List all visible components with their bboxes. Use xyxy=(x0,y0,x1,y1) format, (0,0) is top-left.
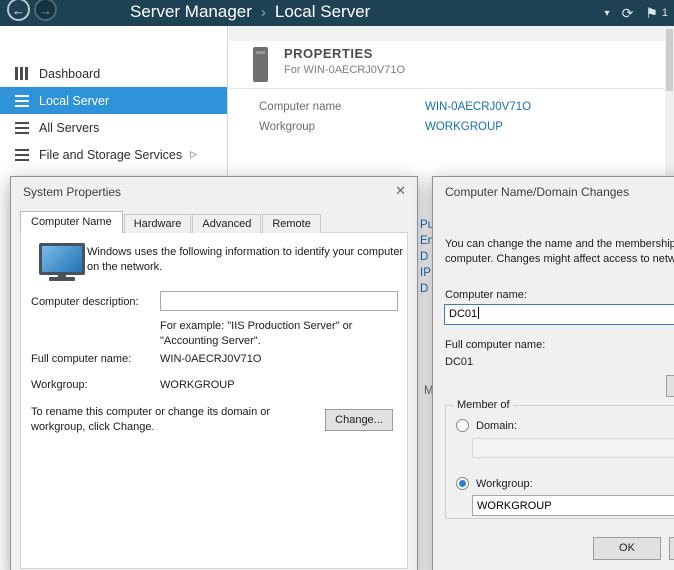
topbar: ← → Server Manager › Local Server ▾ ⟳ ⚑ 1 xyxy=(0,0,674,26)
clipped-value-link[interactable]: D xyxy=(420,283,428,295)
sidebar-item-label: Local Server xyxy=(39,94,109,108)
server-manager-window: ← → Server Manager›Local Server ▾ ⟳ ⚑ 1 … xyxy=(0,0,674,570)
intro-text-line2: computer. Changes might affect access to… xyxy=(445,252,674,267)
dashboard-icon xyxy=(15,67,29,80)
properties-heading: PROPERTIES xyxy=(284,46,373,61)
expand-arrow-icon[interactable]: ▷ xyxy=(190,149,197,160)
scrollbar-thumb[interactable] xyxy=(666,29,673,91)
workgroup-value: WORKGROUP xyxy=(160,378,235,393)
dialog-titlebar[interactable]: Computer Name/Domain Changes xyxy=(433,177,674,207)
tab-strip: Computer NameHardwareAdvancedRemote xyxy=(20,211,322,233)
tab-remote[interactable]: Remote xyxy=(262,214,321,233)
cancel-button[interactable] xyxy=(669,537,674,560)
properties-tile-icon xyxy=(253,47,268,82)
name-changes-dialog: Computer Name/Domain Changes You can cha… xyxy=(432,176,674,570)
divider xyxy=(229,88,665,89)
ok-button[interactable]: OK xyxy=(593,537,661,560)
chevron-down-icon[interactable]: ▾ xyxy=(605,8,610,19)
computer-description-input[interactable] xyxy=(160,291,398,311)
tab-hardware[interactable]: Hardware xyxy=(124,214,192,233)
server-icon xyxy=(15,94,29,107)
sidebar-item-local-server[interactable]: Local Server xyxy=(0,87,227,114)
system-properties-dialog: System Properties ✕ Computer NameHardwar… xyxy=(10,176,418,570)
back-button[interactable]: ← xyxy=(7,0,30,21)
intro-text-line1: You can change the name and the membersh… xyxy=(445,237,674,252)
sidebar-item-label: All Servers xyxy=(39,121,99,135)
sidebar-item-all-servers[interactable]: All Servers xyxy=(0,114,227,141)
forward-button[interactable]: → xyxy=(34,0,57,21)
member-of-group: Member of Domain: Workgroup: xyxy=(445,399,674,519)
intro-text: Windows uses the following information t… xyxy=(87,245,411,276)
full-computer-name-label: Full computer name: xyxy=(445,338,545,353)
breadcrumb-separator-icon: › xyxy=(261,4,266,21)
computer-name-link[interactable]: WIN-0AECRJ0V71O xyxy=(425,101,531,113)
tab-advanced[interactable]: Advanced xyxy=(192,214,261,233)
more-button[interactable] xyxy=(666,375,674,397)
dialog-title: Computer Name/Domain Changes xyxy=(445,185,629,199)
change-button[interactable]: Change... xyxy=(325,409,393,431)
servers-icon xyxy=(15,121,29,134)
dialog-titlebar[interactable]: System Properties ✕ xyxy=(11,177,417,207)
domain-radio[interactable] xyxy=(456,419,469,432)
computer-name-input-value: DC01 xyxy=(449,308,477,320)
back-icon: ← xyxy=(12,3,25,18)
description-example-text: For example: "IIS Production Server" or … xyxy=(160,319,378,350)
workgroup-link[interactable]: WORKGROUP xyxy=(425,121,503,133)
workgroup-input[interactable] xyxy=(472,495,674,516)
sidebar-item-file-storage-services[interactable]: File and Storage Services ▷ xyxy=(0,141,227,168)
property-label: Workgroup xyxy=(259,121,315,133)
computer-monitor-icon xyxy=(37,243,83,281)
storage-services-icon xyxy=(15,148,29,161)
workgroup-radio[interactable] xyxy=(456,477,469,490)
rename-hint-text: To rename this computer or change its do… xyxy=(31,405,289,436)
forward-icon: → xyxy=(39,3,52,18)
close-icon[interactable]: ✕ xyxy=(395,183,406,199)
full-computer-name-value: WIN-0AECRJ0V71O xyxy=(160,352,261,367)
notifications-flag-icon[interactable]: ⚑ xyxy=(645,5,658,22)
breadcrumb: Server Manager › Local Server xyxy=(130,0,370,26)
domain-radio-label[interactable]: Domain: xyxy=(476,419,517,434)
computer-name-input[interactable]: DC01 xyxy=(444,304,674,325)
tab-computer-name[interactable]: Computer Name xyxy=(20,211,123,233)
clipped-value-link[interactable]: D xyxy=(420,251,428,263)
breadcrumb-page-title[interactable]: Local Server xyxy=(275,2,370,21)
computer-name-label: Computer name: xyxy=(445,288,527,303)
sidebar-item-label: Dashboard xyxy=(39,67,100,81)
notification-count: 1 xyxy=(662,7,668,19)
topbar-actions: ▾ ⟳ ⚑ 1 xyxy=(605,0,668,26)
properties-subheading: For WIN-0AECRJ0V71O xyxy=(284,64,405,76)
sidebar-item-dashboard[interactable]: Dashboard xyxy=(0,60,227,87)
workgroup-label: Workgroup: xyxy=(31,378,88,393)
member-of-label: Member of xyxy=(454,399,513,411)
property-label: Computer name xyxy=(259,101,341,113)
computer-description-label: Computer description: xyxy=(31,295,139,310)
clipped-value-link[interactable]: IP xyxy=(420,267,431,279)
computer-name-tab-page: Windows uses the following information t… xyxy=(20,232,408,569)
text-caret xyxy=(478,307,479,319)
full-computer-name-value: DC01 xyxy=(445,355,473,370)
domain-input xyxy=(472,438,674,458)
refresh-icon[interactable]: ⟳ xyxy=(622,5,634,22)
breadcrumb-app-title[interactable]: Server Manager xyxy=(130,2,252,21)
sidebar-item-label: File and Storage Services xyxy=(39,148,182,162)
dialog-title: System Properties xyxy=(23,185,121,199)
workgroup-radio-label[interactable]: Workgroup: xyxy=(476,477,533,492)
panel-top-strip xyxy=(229,26,674,41)
full-computer-name-label: Full computer name: xyxy=(31,352,131,367)
